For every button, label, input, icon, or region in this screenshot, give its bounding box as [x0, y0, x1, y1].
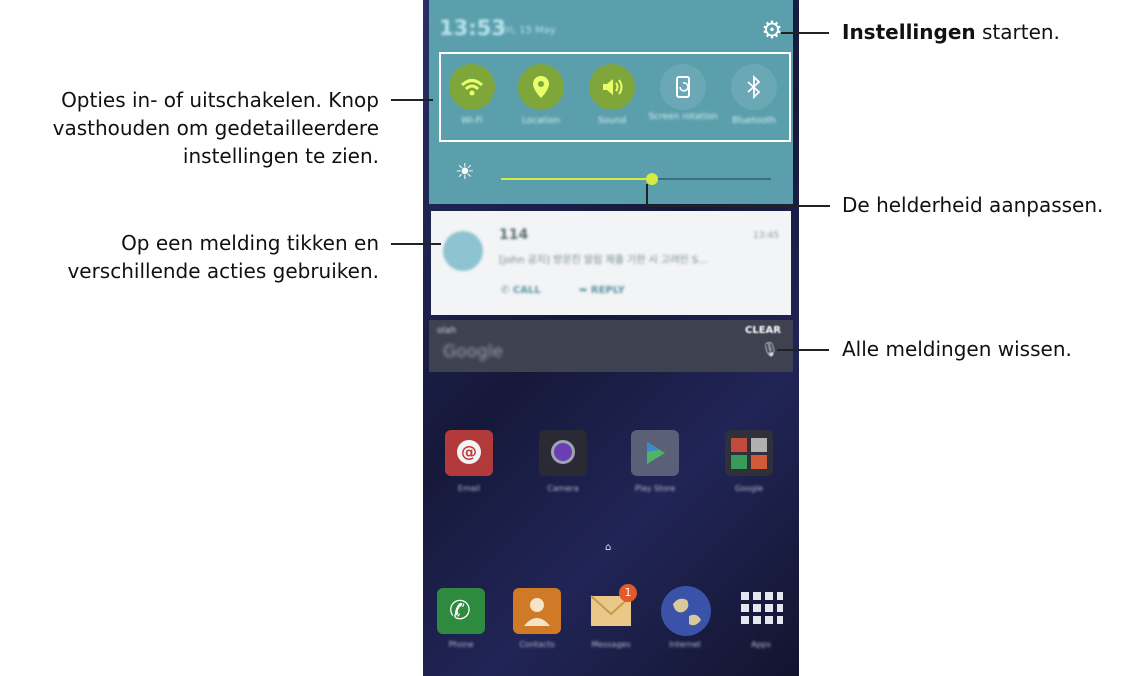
bluetooth-toggle[interactable]: [731, 64, 777, 110]
play-store-icon: [647, 442, 665, 464]
bluetooth-label: Bluetooth: [732, 116, 776, 126]
notification-callout: Op een melding tikken en verschillende a…: [0, 229, 379, 285]
home-page-indicator: ⌂: [605, 542, 612, 553]
apps-label: Apps: [751, 640, 771, 649]
play-store-label: Play Store: [634, 484, 676, 493]
internet-label: Internet: [669, 640, 701, 649]
sound-toggle[interactable]: [589, 64, 635, 110]
status-time: 13:53: [439, 16, 506, 40]
messages-badge: 1: [619, 584, 637, 602]
brightness-callout: De helderheid aanpassen.: [842, 193, 1104, 217]
wifi-icon: [459, 74, 485, 99]
toggle-callout-line1: Opties in- of uitschakelen. Knop: [61, 88, 379, 112]
brightness-slider[interactable]: [501, 173, 771, 185]
messages-label: Messages: [591, 640, 631, 649]
sound-icon: [599, 74, 625, 99]
notification-callout-line2: verschillende acties gebruiken.: [67, 259, 379, 283]
google-search-bar[interactable]: Google: [443, 342, 503, 362]
clear-area-label: olah: [437, 326, 457, 336]
contacts-icon: [524, 598, 550, 626]
apps-button[interactable]: [737, 588, 785, 634]
camera-label: Camera: [547, 484, 579, 493]
google-folder[interactable]: [725, 430, 773, 476]
sound-label: Sound: [597, 116, 627, 126]
settings-callout-line: [781, 32, 829, 34]
phone-screen: 13:53 Fri, 15 May ⚙ Wi-Fi Location Sound…: [423, 0, 799, 676]
notification-callout-line1: Op een melding tikken en: [121, 231, 379, 255]
brightness-fill: [501, 178, 653, 180]
toggle-callout-line: [391, 99, 433, 101]
reply-label: REPLY: [590, 285, 625, 296]
toggle-callout: Opties in- of uitschakelen. Knop vasthou…: [0, 86, 379, 170]
phone-app[interactable]: ✆: [437, 588, 485, 634]
toggle-callout-line2: vasthouden om gedetailleerdere: [52, 116, 379, 140]
screen-rotation-icon: [671, 74, 695, 99]
screen-rotation-label: Screen rotation: [648, 112, 718, 122]
notification-time: 13:45: [753, 231, 779, 241]
settings-callout-bold: Instellingen: [842, 20, 976, 44]
phone-label: Phone: [448, 640, 474, 649]
settings-callout-rest: starten.: [975, 20, 1060, 44]
internet-app[interactable]: [661, 586, 711, 636]
apps-grid-icon: [741, 592, 783, 624]
play-store-app[interactable]: [631, 430, 679, 476]
bluetooth-icon: [744, 74, 764, 100]
notification-callout-line: [391, 243, 441, 245]
notification-title: 114: [499, 227, 529, 243]
toggle-callout-line3: instellingen te zien.: [182, 144, 379, 168]
reply-button[interactable]: ➥ REPLY: [579, 285, 625, 296]
camera-app[interactable]: [539, 430, 587, 476]
clear-button[interactable]: CLEAR: [745, 325, 781, 336]
location-label: Location: [521, 116, 561, 126]
notification-body: [john 공지] 방문진 알림 제출 기한 시 고려인 S...: [499, 255, 708, 266]
clear-callout-line: [777, 349, 829, 351]
camera-icon: [551, 440, 575, 464]
brightness-callout-line: [648, 205, 830, 207]
quick-settings-box: Wi-Fi Location Sound Screen rotation Blu…: [439, 52, 791, 142]
wifi-toggle[interactable]: [449, 64, 495, 110]
email-label: Email: [457, 484, 481, 493]
contacts-label: Contacts: [519, 640, 555, 649]
status-date: Fri, 15 May: [501, 25, 556, 36]
screen-rotation-toggle[interactable]: [660, 64, 706, 110]
phone-icon: ✆: [449, 596, 471, 626]
call-label: CALL: [512, 285, 541, 296]
contacts-app[interactable]: [513, 588, 561, 634]
brightness-callout-stem: [646, 184, 648, 206]
location-toggle[interactable]: [518, 64, 564, 110]
email-icon: @: [457, 440, 481, 464]
google-folder-label: Google: [734, 484, 764, 493]
email-app[interactable]: @: [445, 430, 493, 476]
notification-card[interactable]: 114 13:45 [john 공지] 방문진 알림 제출 기한 시 고려인 S…: [431, 211, 791, 315]
brightness-icon: ☀: [455, 160, 475, 185]
wifi-label: Wi-Fi: [461, 116, 483, 126]
brightness-row: ☀: [435, 150, 799, 200]
call-button[interactable]: ✆ CALL: [501, 285, 541, 296]
notification-panel: 13:53 Fri, 15 May ⚙ Wi-Fi Location Sound…: [429, 0, 793, 204]
clear-area: olah Google CLEAR 🎙: [429, 320, 793, 372]
location-icon: [530, 74, 552, 99]
clear-callout: Alle meldingen wissen.: [842, 337, 1072, 361]
settings-callout: Instellingen starten.: [842, 18, 1060, 46]
internet-icon: [673, 598, 701, 626]
avatar: [443, 231, 483, 271]
settings-gear-icon[interactable]: ⚙: [760, 18, 784, 42]
